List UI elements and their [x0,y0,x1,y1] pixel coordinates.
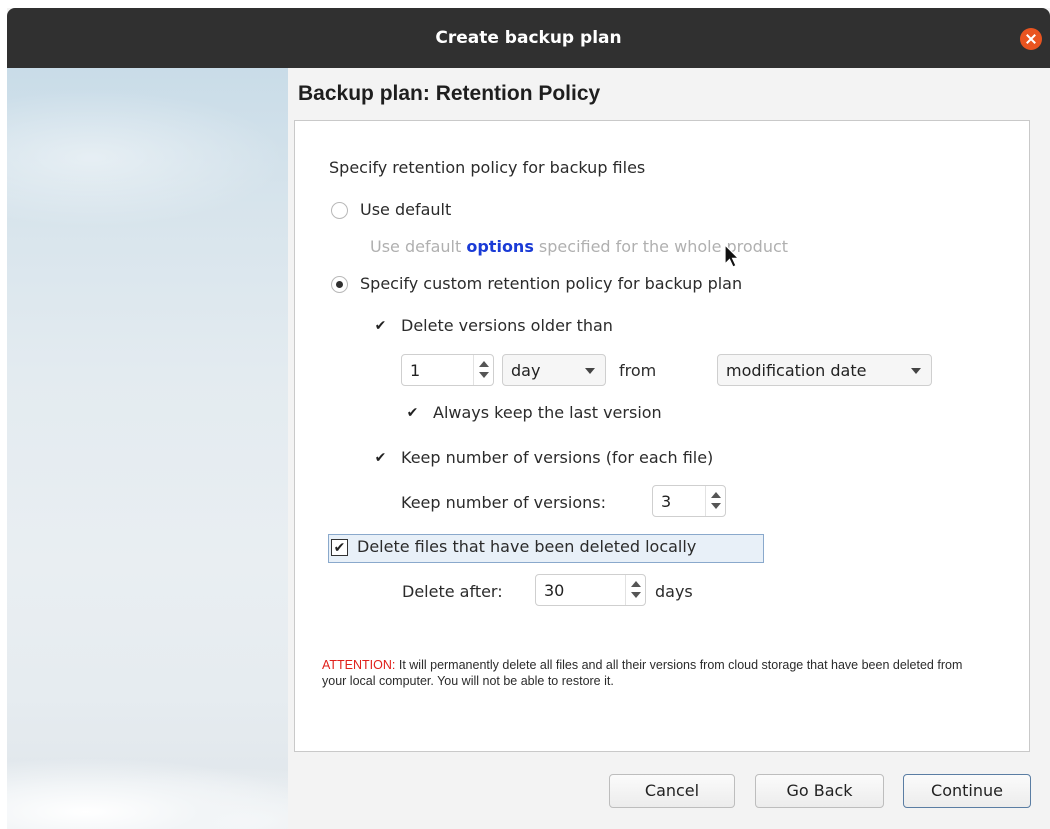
keep-count-spinbox[interactable]: 3 [652,485,726,517]
window-title: Create backup plan [435,28,622,48]
delete-older-checkbox[interactable]: ✔ [372,318,389,335]
spin-arrows[interactable] [473,355,493,385]
spin-up-icon[interactable] [711,492,721,498]
sky-haze [7,88,288,228]
delete-local-label[interactable]: Delete files that have been deleted loca… [357,537,696,556]
delete-local-checkbox[interactable]: ✔ [331,539,348,556]
delete-after-label: Delete after: [402,582,503,601]
use-default-radio[interactable] [331,202,348,219]
basis-value: modification date [726,361,867,380]
older-amount-value: 1 [410,361,421,380]
delete-after-value: 30 [544,581,565,600]
cancel-button[interactable]: Cancel [609,774,735,808]
spin-up-icon[interactable] [631,581,641,587]
keep-last-label[interactable]: Always keep the last version [433,403,662,422]
attention-prefix: ATTENTION: [322,658,396,672]
delete-after-spinbox[interactable]: 30 [535,574,646,606]
older-unit-select[interactable]: day [502,354,606,386]
delete-older-label[interactable]: Delete versions older than [401,316,613,335]
sidebar-sky-image [7,68,288,829]
go-back-button[interactable]: Go Back [755,774,884,808]
chevron-down-icon [585,368,595,374]
use-default-label[interactable]: Use default [360,200,451,219]
attention-notice: ATTENTION: It will permanently delete al… [322,657,982,689]
mouse-cursor-icon [724,244,740,268]
keep-count-label: Keep number of versions: [401,493,606,512]
hint-after: specified for the whole product [533,237,789,256]
spin-down-icon[interactable] [479,372,489,378]
custom-policy-label[interactable]: Specify custom retention policy for back… [360,274,742,293]
spin-arrows[interactable] [625,575,645,605]
keep-number-checkbox[interactable]: ✔ [372,450,389,467]
basis-select[interactable]: modification date [717,354,932,386]
spin-up-icon[interactable] [479,361,489,367]
from-label: from [619,361,657,380]
older-amount-spinbox[interactable]: 1 [401,354,494,386]
cloud-image [7,758,288,829]
older-unit-value: day [511,361,541,380]
attention-text: It will permanently delete all files and… [322,658,963,688]
custom-policy-radio[interactable] [331,276,348,293]
continue-button[interactable]: Continue [903,774,1031,808]
title-bar[interactable]: Create backup plan [7,8,1050,68]
page-title: Backup plan: Retention Policy [298,82,601,105]
keep-number-label[interactable]: Keep number of versions (for each file) [401,448,713,467]
close-icon[interactable] [1020,28,1042,50]
keep-count-value: 3 [661,492,672,511]
spin-down-icon[interactable] [711,503,721,509]
spin-arrows[interactable] [705,486,725,516]
hint-before: Use default [370,237,467,256]
delete-after-unit: days [655,582,693,601]
spin-down-icon[interactable] [631,592,641,598]
intro-text: Specify retention policy for backup file… [329,158,646,177]
options-link[interactable]: options [466,237,533,256]
chevron-down-icon [911,368,921,374]
keep-last-checkbox[interactable]: ✔ [404,405,421,422]
